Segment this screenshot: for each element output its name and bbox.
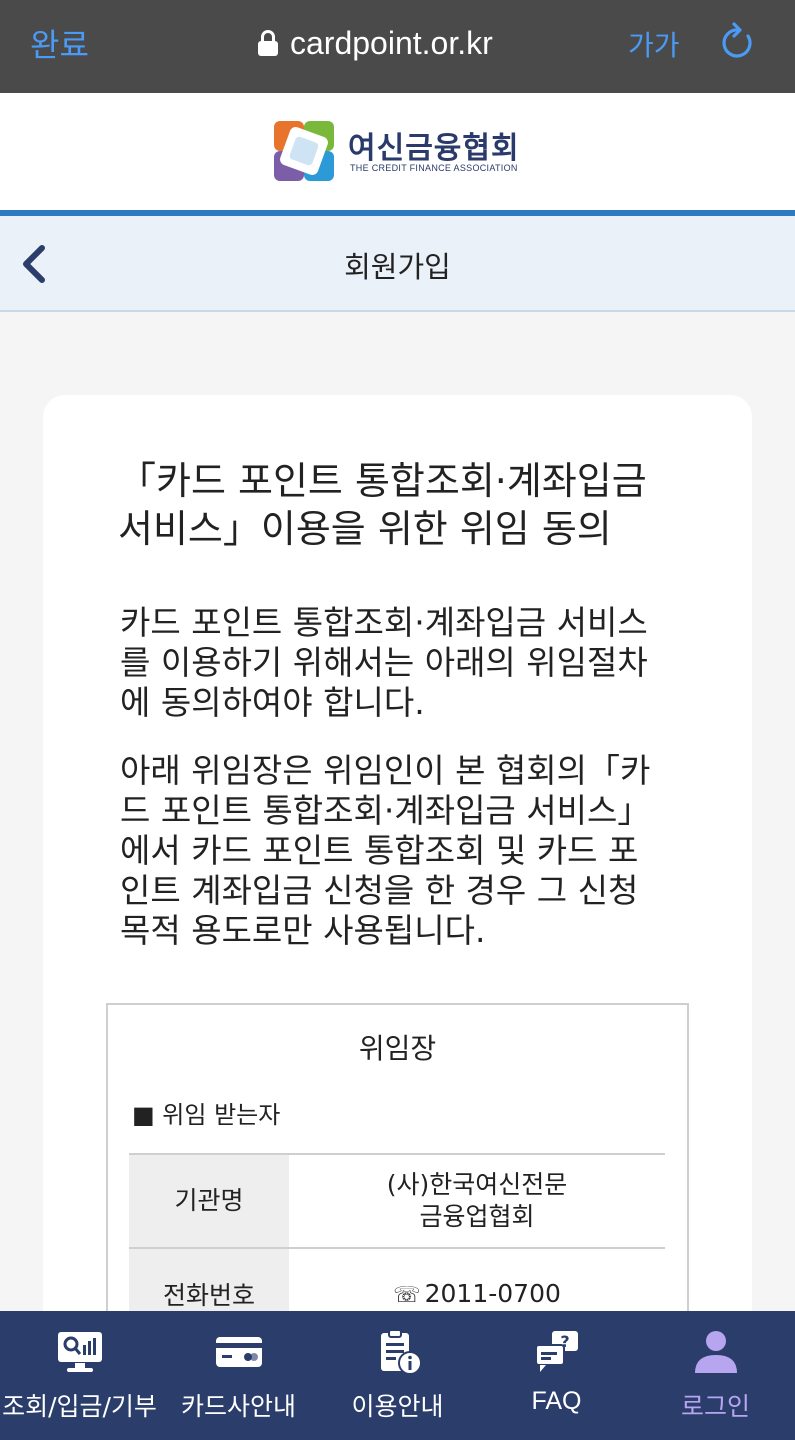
nav-label: FAQ xyxy=(531,1387,582,1415)
association-logo-icon[interactable] xyxy=(274,121,334,181)
bottom-navigation: 조회/입금/기부 카드사안내 이용안내 ? FAQ 로그인 xyxy=(0,1311,795,1440)
table-cell: (사)한국여신전문 금융업협회 xyxy=(289,1153,665,1248)
consent-card: 「카드 포인트 통합조회·계좌입금 서비스」이용을 위한 위임 동의 카드 포인… xyxy=(43,395,752,1355)
nav-label: 로그인 xyxy=(680,1392,750,1421)
faq-icon: ? xyxy=(534,1331,578,1372)
section-label: ■ 위임 받는자 xyxy=(132,1101,281,1129)
title-bar: 회원가입 xyxy=(0,216,795,312)
intro-paragraph: 카드 포인트 통합조회·계좌입금 서비스 를 이용하기 위해서는 아래의 위임절… xyxy=(120,603,700,723)
browser-toolbar: 완료 cardpoint.or.kr 가가 xyxy=(0,0,795,93)
nav-item-faq[interactable]: ? FAQ xyxy=(477,1311,636,1440)
paragraph-line: 에서 카드 포인트 통합조회 및 카드 포 xyxy=(120,831,639,870)
paragraph-line: 아래 위임장은 위임인이 본 협회의「카 xyxy=(120,751,651,790)
done-button[interactable]: 완료 xyxy=(30,20,89,66)
reload-icon[interactable] xyxy=(720,22,756,62)
phone-number: 2011-0700 xyxy=(424,1279,561,1308)
nav-item-guide[interactable]: 이용안내 xyxy=(318,1311,477,1440)
doc-title: 위임장 xyxy=(358,1032,437,1065)
cell-line: 금융업협회 xyxy=(419,1202,535,1231)
nav-label: 카드사안내 xyxy=(180,1392,296,1421)
usage-paragraph: 아래 위임장은 위임인이 본 협회의「카 드 포인트 통합조회·계좌입금 서비스… xyxy=(120,751,700,951)
page-title: 회원가입 xyxy=(344,250,451,284)
consent-heading: 「카드 포인트 통합조회·계좌입금 서비스」이용을 위한 위임 동의 xyxy=(118,457,678,553)
paragraph-line: 목적 용도로만 사용됩니다. xyxy=(120,911,486,950)
paragraph-line: 드 포인트 통합조회·계좌입금 서비스」 xyxy=(120,791,651,830)
nav-item-card-companies[interactable]: 카드사안내 xyxy=(159,1311,318,1440)
text-size-button[interactable]: 가가 xyxy=(628,24,680,64)
inquiry-icon xyxy=(57,1332,102,1372)
paragraph-line: 카드 포인트 통합조회·계좌입금 서비스 xyxy=(120,603,648,642)
url-text: cardpoint.or.kr xyxy=(290,24,493,61)
logo-title: 여신금융협회 xyxy=(348,131,520,166)
user-icon xyxy=(694,1331,737,1373)
card-icon xyxy=(215,1337,262,1367)
cell-line: (사)한국여신전문 xyxy=(386,1170,568,1199)
paragraph-line: 에 동의하여야 합니다. xyxy=(120,683,425,722)
lock-icon xyxy=(258,30,278,56)
guide-icon xyxy=(380,1329,422,1375)
table-row: 기관명 (사)한국여신전문 금융업협회 xyxy=(129,1153,665,1248)
heading-line: 서비스」이용을 위한 위임 동의 xyxy=(118,507,612,551)
paragraph-line: 인트 계좌입금 신청을 한 경우 그 신청 xyxy=(120,871,639,910)
power-of-attorney-box[interactable]: 위임장 ■ 위임 받는자 기관명 (사)한국여신전문 금융업협회 전화번호 ☏ 2… xyxy=(106,1003,689,1355)
nav-item-login[interactable]: 로그인 xyxy=(636,1311,795,1440)
heading-line: 「카드 포인트 통합조회·계좌입금 xyxy=(118,459,647,503)
nav-label: 이용안내 xyxy=(351,1392,444,1421)
paragraph-line: 를 이용하기 위해서는 아래의 위임절차 xyxy=(120,643,648,682)
table-header-cell: 기관명 xyxy=(129,1153,289,1248)
logo-subtitle: THE CREDIT FINANCE ASSOCIATION xyxy=(350,163,518,173)
site-header: 여신금융협회 THE CREDIT FINANCE ASSOCIATION xyxy=(0,93,795,210)
nav-label: 조회/입금/기부 xyxy=(2,1392,157,1421)
nav-item-inquiry[interactable]: 조회/입금/기부 xyxy=(0,1311,159,1440)
url-bar[interactable]: cardpoint.or.kr xyxy=(258,18,493,68)
phone-icon: ☏ xyxy=(393,1283,421,1308)
